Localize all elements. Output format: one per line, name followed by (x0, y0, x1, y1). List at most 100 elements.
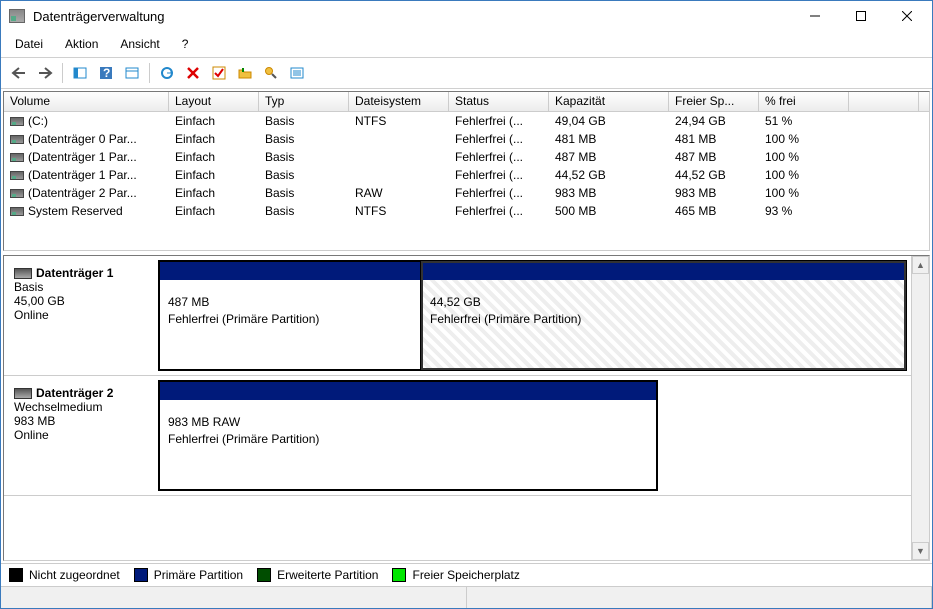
volume-row[interactable]: (Datenträger 1 Par...EinfachBasisFehlerf… (4, 148, 929, 166)
volume-cell: Fehlerfrei (... (449, 131, 549, 147)
svg-text:?: ? (103, 66, 110, 80)
scroll-up-button[interactable]: ▲ (912, 256, 929, 274)
volume-row[interactable]: (C:)EinfachBasisNTFSFehlerfrei (...49,04… (4, 112, 929, 130)
statusbar (1, 586, 932, 608)
column-header[interactable]: Layout (169, 92, 259, 111)
drive-icon (10, 207, 24, 216)
column-header[interactable]: Typ (259, 92, 349, 111)
disk-info: Datenträger 2Wechselmedium983 MBOnline (8, 380, 158, 491)
disk-capacity: 983 MB (14, 414, 152, 428)
menu-help[interactable]: ? (178, 35, 193, 53)
volume-cell: 481 MB (669, 131, 759, 147)
volume-cell (849, 138, 919, 140)
volume-cell: Basis (259, 167, 349, 183)
delete-button[interactable] (181, 62, 205, 84)
volume-cell: Basis (259, 113, 349, 129)
volume-cell: Fehlerfrei (... (449, 113, 549, 129)
list-button[interactable] (285, 62, 309, 84)
volume-cell (349, 138, 449, 140)
legend-label: Erweiterte Partition (277, 568, 378, 582)
volume-list-header: VolumeLayoutTypDateisystemStatusKapazitä… (4, 92, 929, 112)
toolbar: ? (1, 58, 932, 89)
refresh-button[interactable] (155, 62, 179, 84)
find-button[interactable] (259, 62, 283, 84)
volume-cell: System Reserved (4, 203, 169, 219)
volume-row[interactable]: (Datenträger 2 Par...EinfachBasisRAWFehl… (4, 184, 929, 202)
volume-cell: 983 MB (549, 185, 669, 201)
disk-type: Basis (14, 280, 152, 294)
volume-cell: (Datenträger 1 Par... (4, 149, 169, 165)
volume-cell: 24,94 GB (669, 113, 759, 129)
show-hide-button[interactable] (68, 62, 92, 84)
legend-swatch (134, 568, 148, 582)
volume-row[interactable]: (Datenträger 0 Par...EinfachBasisFehlerf… (4, 130, 929, 148)
column-header[interactable]: Status (449, 92, 549, 111)
volume-cell: (Datenträger 1 Par... (4, 167, 169, 183)
nav-back-button[interactable] (7, 62, 31, 84)
partition[interactable]: 983 MB RAWFehlerfrei (Primäre Partition) (159, 381, 657, 490)
scroll-down-button[interactable]: ▼ (912, 542, 929, 560)
volume-cell: Fehlerfrei (... (449, 149, 549, 165)
volume-row[interactable]: System ReservedEinfachBasisNTFSFehlerfre… (4, 202, 929, 220)
partition-color-stripe (160, 262, 420, 280)
disk-icon (14, 268, 32, 279)
disk-row: Datenträger 1Basis45,00 GBOnline487 MBFe… (4, 256, 911, 376)
partition-container: 983 MB RAWFehlerfrei (Primäre Partition) (158, 380, 658, 491)
maximize-button[interactable] (838, 1, 884, 31)
volume-cell: 500 MB (549, 203, 669, 219)
help-button[interactable]: ? (94, 62, 118, 84)
window-title: Datenträgerverwaltung (33, 9, 792, 24)
volume-cell: Basis (259, 203, 349, 219)
legend-label: Primäre Partition (154, 568, 243, 582)
check-button[interactable] (207, 62, 231, 84)
volume-cell: (Datenträger 0 Par... (4, 131, 169, 147)
volume-cell: Einfach (169, 185, 259, 201)
volume-cell (349, 174, 449, 176)
close-button[interactable] (884, 1, 930, 31)
minimize-button[interactable] (792, 1, 838, 31)
column-header[interactable] (849, 92, 919, 111)
volume-cell: Fehlerfrei (... (449, 185, 549, 201)
volume-cell: 487 MB (549, 149, 669, 165)
column-header[interactable]: Kapazität (549, 92, 669, 111)
volume-cell (849, 192, 919, 194)
column-header[interactable]: Volume (4, 92, 169, 111)
disk-type: Wechselmedium (14, 400, 152, 414)
disk-row: Datenträger 2Wechselmedium983 MBOnline98… (4, 376, 911, 496)
drive-icon (10, 189, 24, 198)
app-icon (9, 9, 25, 23)
folder-button[interactable] (233, 62, 257, 84)
disk-status: Online (14, 428, 152, 442)
volume-cell: 49,04 GB (549, 113, 669, 129)
window-button[interactable] (120, 62, 144, 84)
volume-cell: 44,52 GB (549, 167, 669, 183)
partition[interactable]: 44,52 GBFehlerfrei (Primäre Partition) (421, 261, 906, 370)
menu-datei[interactable]: Datei (11, 35, 47, 53)
partition-size: 44,52 GB (430, 294, 897, 311)
nav-forward-button[interactable] (33, 62, 57, 84)
volume-cell: Einfach (169, 203, 259, 219)
titlebar: Datenträgerverwaltung (1, 1, 932, 31)
volume-cell: 487 MB (669, 149, 759, 165)
partition-color-stripe (422, 262, 905, 280)
volume-cell: Fehlerfrei (... (449, 167, 549, 183)
column-header[interactable]: Dateisystem (349, 92, 449, 111)
menu-aktion[interactable]: Aktion (61, 35, 102, 53)
column-header[interactable]: % frei (759, 92, 849, 111)
volume-cell: 100 % (759, 131, 849, 147)
menu-ansicht[interactable]: Ansicht (116, 35, 163, 53)
volume-cell: RAW (349, 185, 449, 201)
vertical-scrollbar[interactable]: ▲ ▼ (911, 256, 929, 560)
volume-cell: Basis (259, 185, 349, 201)
volume-cell: 100 % (759, 149, 849, 165)
legend-swatch (257, 568, 271, 582)
partition[interactable]: 487 MBFehlerfrei (Primäre Partition) (159, 261, 421, 370)
disk-name: Datenträger 2 (36, 386, 113, 400)
volume-cell (849, 156, 919, 158)
column-header[interactable]: Freier Sp... (669, 92, 759, 111)
partition-status: Fehlerfrei (Primäre Partition) (168, 311, 412, 328)
volume-cell (349, 156, 449, 158)
volume-cell: Einfach (169, 131, 259, 147)
volume-cell: NTFS (349, 203, 449, 219)
volume-row[interactable]: (Datenträger 1 Par...EinfachBasisFehlerf… (4, 166, 929, 184)
